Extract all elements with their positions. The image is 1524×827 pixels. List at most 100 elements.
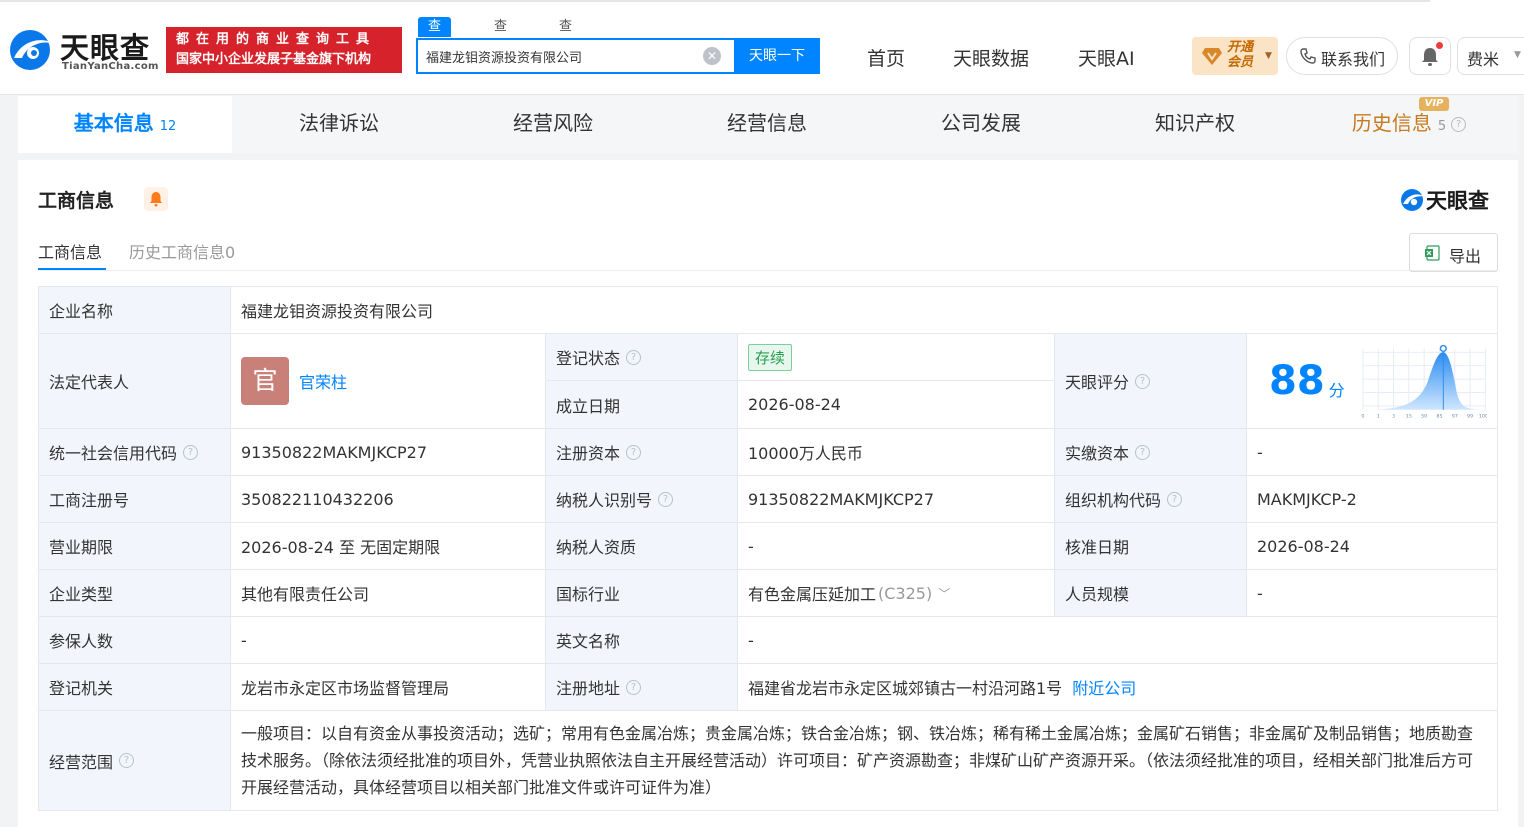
label-text: 纳税人识别号: [556, 491, 653, 510]
search-tab-relation[interactable]: 查关系: [559, 17, 572, 74]
subtab-history-business[interactable]: 历史工商信息0: [129, 239, 235, 263]
value-text: 其他有限责任公司: [241, 585, 370, 604]
help-icon[interactable]: ?: [183, 444, 199, 460]
score-axis-tick: 97: [1451, 413, 1457, 419]
tab-ip[interactable]: 知识产权: [1088, 96, 1302, 153]
legal-rep-link[interactable]: 官荣柱: [299, 369, 347, 393]
nav-ai[interactable]: 天眼AI: [1078, 44, 1135, 71]
help-icon[interactable]: ?: [658, 491, 674, 507]
chevron-down-icon[interactable]: ﹀: [938, 585, 950, 602]
score-value[interactable]: 88 分 0 1 3 15 50 85 97 99 100: [1246, 333, 1498, 429]
tab-count: 12: [159, 119, 177, 134]
found-date-value: 2026-08-24: [737, 380, 1055, 429]
tab-basic-info[interactable]: 基本信息 12: [18, 96, 232, 153]
tab-legal[interactable]: 法律诉讼: [232, 96, 446, 153]
label-text: 登记机关: [49, 679, 114, 698]
search-tab-boss[interactable]: 查老板: [494, 17, 507, 74]
help-icon[interactable]: ?: [1451, 117, 1467, 132]
avatar[interactable]: 官: [241, 357, 289, 405]
score-label: 天眼评分?: [1054, 333, 1247, 429]
company-name-value[interactable]: 福建龙钼资源投资有限公司: [230, 286, 1498, 334]
tab-label: 基本信息: [73, 111, 154, 135]
excel-icon: [1425, 245, 1440, 261]
authority-value: 龙岩市永定区市场监督管理局: [230, 663, 546, 711]
score-unit: 分: [1328, 381, 1345, 400]
help-icon[interactable]: ?: [626, 349, 642, 365]
business-info-card: 工商信息 天眼查 工商信息 历史工商信息0 导出 企业名称 福建龙钼资源投资有限…: [18, 160, 1518, 827]
top-bar: 天眼查 TianYanCha.com 都在用的商业查询工具 国家中小企业发展子基…: [0, 0, 1524, 95]
type-value: 其他有限责任公司: [230, 569, 546, 617]
industry-value[interactable]: 有色金属压延加工 (C325) ﹀: [737, 569, 1055, 617]
tab-operation[interactable]: 经营信息: [660, 96, 874, 153]
taxpayer-qual-value: -: [737, 522, 1055, 570]
tab-count: 5: [1437, 119, 1447, 134]
paid-capital-value: -: [1246, 428, 1498, 476]
value-text: 一般项目：以自有资金从事投资活动；选矿；常用有色金属冶炼；贵金属冶炼；铁合金冶炼…: [241, 724, 1474, 797]
vip-label: 开通 会员: [1227, 40, 1253, 70]
vip-label-line2: 会员: [1227, 55, 1254, 70]
label-text: 人员规模: [1065, 585, 1130, 604]
vip-label-line1: 开通: [1227, 40, 1254, 55]
label-text: 统一社会信用代码: [49, 444, 178, 463]
help-icon[interactable]: ?: [1135, 444, 1151, 460]
value-text: -: [1257, 583, 1263, 603]
value-text: 有色金属压延加工: [748, 585, 877, 604]
user-menu[interactable]: 费米 ▼: [1457, 37, 1524, 75]
search-tab-company[interactable]: 查公司: [418, 17, 452, 74]
help-icon[interactable]: ?: [119, 753, 135, 768]
tianyancha-logo-icon: [10, 30, 54, 70]
label-text: 法定代表人: [49, 373, 130, 392]
value-text: -: [1257, 442, 1263, 462]
tab-risk[interactable]: 经营风险: [446, 96, 660, 153]
vip-button[interactable]: 开通 会员 ▼: [1192, 37, 1278, 75]
site-logo[interactable]: 天眼查 TianYanCha.com: [8, 24, 160, 76]
credit-code-value[interactable]: 91350822MAKMJKCP27: [230, 428, 546, 476]
search-input[interactable]: [426, 40, 696, 72]
tab-label: 经营信息: [727, 111, 807, 135]
value-text: 福建龙钼资源投资有限公司: [241, 302, 434, 321]
reg-status-label: 登记状态?: [545, 333, 738, 381]
score-axis-tick: 99: [1467, 413, 1473, 419]
help-icon[interactable]: ?: [1135, 373, 1151, 389]
help-icon[interactable]: ?: [1167, 491, 1183, 507]
notification-dot: [1436, 42, 1443, 49]
label-text: 实缴资本: [1065, 444, 1130, 463]
tab-label: 公司发展: [941, 111, 1021, 135]
legal-rep-label: 法定代表人: [38, 333, 231, 429]
export-button[interactable]: 导出: [1409, 233, 1498, 272]
label-text: 天眼评分: [1065, 373, 1130, 392]
nav-data[interactable]: 天眼数据: [953, 44, 1029, 71]
score-axis-tick: 85: [1436, 413, 1442, 419]
caret-down-icon: ▼: [1265, 51, 1272, 61]
value-text: 10000万人民币: [748, 444, 863, 463]
tab-history[interactable]: 历史信息 5?: [1302, 96, 1516, 153]
nearby-companies-link[interactable]: 附近公司: [1072, 675, 1136, 699]
value-text: -: [748, 630, 754, 650]
help-icon[interactable]: ?: [626, 444, 642, 460]
clear-icon[interactable]: ✕: [703, 47, 721, 65]
taxpayer-id-label: 纳税人识别号?: [545, 475, 738, 523]
nav-home[interactable]: 首页: [867, 44, 905, 71]
score-axis-tick: 15: [1405, 413, 1411, 419]
value-text: -: [241, 630, 247, 650]
user-name: 费米: [1467, 50, 1500, 69]
tab-development[interactable]: 公司发展: [874, 96, 1088, 153]
contact-button[interactable]: 联系我们: [1286, 37, 1398, 75]
insured-value: -: [230, 616, 546, 664]
org-code-value[interactable]: MAKMJKCP-2: [1246, 475, 1498, 523]
taxpayer-id-value[interactable]: 91350822MAKMJKCP27: [737, 475, 1055, 523]
help-icon[interactable]: ?: [626, 679, 642, 695]
reg-no-value[interactable]: 350822110432206: [230, 475, 546, 523]
bell-icon: [1422, 48, 1438, 66]
search-button[interactable]: 天眼一下: [734, 38, 820, 74]
reg-capital-label: 注册资本?: [545, 428, 738, 476]
value-text: MAKMJKCP-2: [1257, 489, 1357, 509]
label-text: 核准日期: [1065, 538, 1130, 557]
label-text: 成立日期: [556, 396, 621, 416]
reg-capital-value: 10000万人民币: [737, 428, 1055, 476]
address-label: 注册地址?: [545, 663, 738, 711]
subscribe-button[interactable]: [144, 187, 168, 211]
subtab-business-info[interactable]: 工商信息: [38, 239, 102, 263]
notification-button[interactable]: [1409, 37, 1451, 75]
caret-down-icon: ▼: [1514, 50, 1521, 60]
